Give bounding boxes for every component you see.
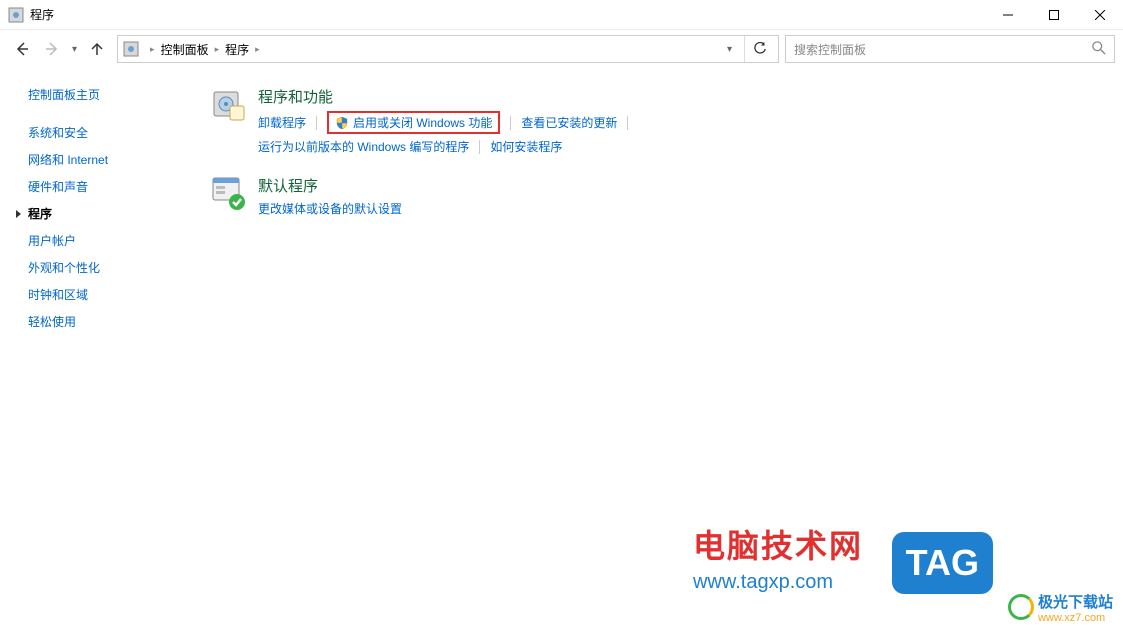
chevron-right-icon: ▸ [255,44,260,55]
navbar: ▾ ▸ 控制面板 ▸ 程序 ▸ ▾ 搜索控制面板 [0,30,1123,68]
address-bar[interactable]: ▸ 控制面板 ▸ 程序 ▸ ▾ [117,35,779,63]
maximize-button[interactable] [1031,0,1077,30]
chevron-right-icon: ▸ [150,44,155,55]
up-button[interactable] [83,35,111,63]
link-change-media-defaults[interactable]: 更改媒体或设备的默认设置 [258,200,402,217]
close-button[interactable] [1077,0,1123,30]
back-button[interactable] [8,35,36,63]
search-icon [1092,41,1106,58]
search-placeholder: 搜索控制面板 [794,41,866,58]
watermark-text: 电脑技术网 [693,521,863,567]
highlight-annotation: 启用或关闭 Windows 功能 [327,111,500,134]
breadcrumb: 控制面板 ▸ 程序 ▸ [161,41,266,58]
shield-icon [335,116,349,130]
category-title[interactable]: 程序和功能 [258,86,943,107]
watermark-tagxp: 电脑技术网 www.tagxp.com [693,521,863,594]
watermark-url: www.tagxp.com [693,571,863,594]
default-programs-icon [210,175,246,211]
forward-button[interactable] [38,35,66,63]
window-title: 程序 [30,6,54,23]
history-dropdown[interactable]: ▾ [68,44,81,55]
sidebar-item-appearance[interactable]: 外观和个性化 [28,254,182,281]
sidebar-item-user-accounts[interactable]: 用户帐户 [28,227,182,254]
sidebar-item-hardware-sound[interactable]: 硬件和声音 [28,173,182,200]
breadcrumb-current[interactable]: 程序 [225,41,249,58]
swirl-icon [1008,594,1034,620]
sidebar-item-ease-of-access[interactable]: 轻松使用 [28,308,182,335]
link-run-old-programs[interactable]: 运行为以前版本的 Windows 编写的程序 [258,138,469,155]
minimize-button[interactable] [985,0,1031,30]
link-windows-features-label: 启用或关闭 Windows 功能 [353,114,492,131]
control-panel-home-link[interactable]: 控制面板主页 [28,86,182,103]
refresh-button[interactable] [744,36,774,62]
separator [510,116,511,130]
sidebar-item-system-security[interactable]: 系统和安全 [28,119,182,146]
category-programs-features: 程序和功能 卸载程序 [210,86,1103,155]
watermark2-url: www.xz7.com [1038,612,1113,624]
sidebar-item-network[interactable]: 网络和 Internet [28,146,182,173]
category-default-programs: 默认程序 更改媒体或设备的默认设置 [210,175,1103,217]
sidebar-item-clock-region[interactable]: 时钟和区域 [28,281,182,308]
separator [316,116,317,130]
link-windows-features[interactable]: 启用或关闭 Windows 功能 [335,114,492,131]
watermark2-text: 极光下载站 [1038,591,1113,612]
sidebar: 控制面板主页 系统和安全 网络和 Internet 硬件和声音 程序 用户帐户 … [0,68,190,634]
window-controls [985,0,1123,30]
chevron-right-icon: ▸ [215,44,220,55]
link-uninstall-program[interactable]: 卸载程序 [258,114,306,131]
app-icon [8,7,24,23]
titlebar: 程序 [0,0,1123,30]
separator [627,116,628,130]
programs-features-icon [210,86,246,122]
control-panel-icon [122,40,140,58]
address-dropdown[interactable]: ▾ [727,44,732,55]
link-how-install[interactable]: 如何安装程序 [490,138,562,155]
sidebar-item-programs[interactable]: 程序 [28,200,182,227]
link-view-updates[interactable]: 查看已安装的更新 [521,114,617,131]
breadcrumb-root[interactable]: 控制面板 [161,41,209,58]
tag-badge: TAG [892,532,993,594]
watermark-xz7: 极光下载站 www.xz7.com [1008,591,1113,624]
category-title[interactable]: 默认程序 [258,175,402,196]
search-box[interactable]: 搜索控制面板 [785,35,1115,63]
separator [479,140,480,154]
